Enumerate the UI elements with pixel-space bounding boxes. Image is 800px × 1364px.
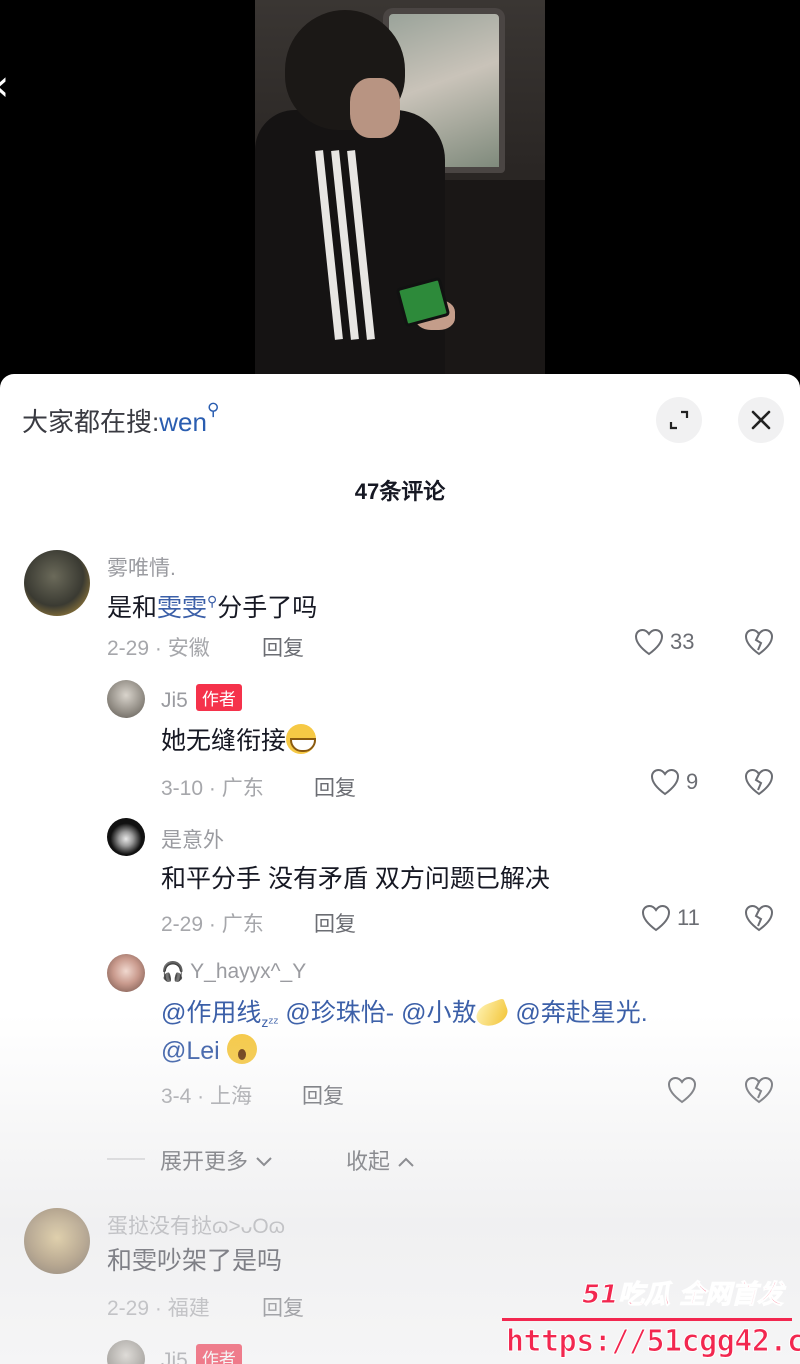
comment-date-location: 2-29 · 安徽 xyxy=(107,637,210,660)
video-frame xyxy=(255,0,545,380)
mention-link[interactable]: @作用线 xyxy=(161,999,261,1027)
avatar[interactable] xyxy=(107,954,145,992)
comment-text: 和平分手 没有矛盾 双方问题已解决 xyxy=(161,865,550,893)
like-button[interactable]: 33 xyxy=(634,628,694,656)
comment-text-line2: @Lei xyxy=(161,1032,257,1070)
reply-button[interactable]: 回复 xyxy=(262,632,304,662)
mention-link[interactable]: @Lei xyxy=(161,1037,220,1065)
headphones-icon: 🎧 xyxy=(161,962,185,983)
dislike-button[interactable] xyxy=(744,1076,774,1108)
close-button[interactable] xyxy=(738,397,784,443)
comment-date-location: 3-10 · 广东 xyxy=(161,777,264,800)
watermark-url: https://51cgg42.com xyxy=(506,1324,800,1360)
watermark-underline xyxy=(502,1318,792,1321)
comment-date-location: 3-4 · 上海 xyxy=(161,1085,253,1108)
replies-expand-row: 展开更多 收起 xyxy=(0,1144,800,1176)
expand-icon xyxy=(669,410,689,430)
avatar[interactable] xyxy=(24,1208,90,1274)
like-button[interactable]: 9 xyxy=(650,768,698,796)
like-count: 9 xyxy=(686,769,699,794)
chevron-down-icon xyxy=(256,1157,272,1167)
author-badge: 作者 xyxy=(195,1344,242,1364)
heart-icon xyxy=(650,768,680,796)
broken-heart-icon xyxy=(744,628,774,656)
chevron-left-icon[interactable]: ‹ xyxy=(0,64,22,108)
comment-count-title: 47条评论 xyxy=(354,479,446,504)
avatar[interactable] xyxy=(107,680,145,718)
reply-button[interactable]: 回复 xyxy=(262,1292,304,1322)
expand-more-button[interactable]: 展开更多 xyxy=(160,1144,274,1176)
divider xyxy=(107,1158,145,1160)
search-icon: ⚲ xyxy=(207,593,218,609)
comment-username[interactable]: 是意外 xyxy=(161,824,224,854)
close-icon xyxy=(751,410,771,430)
comment-text: 是和雯雯⚲分手了吗 xyxy=(107,593,318,622)
heart-icon xyxy=(634,628,664,656)
avatar[interactable] xyxy=(24,550,90,616)
comment-username[interactable]: 🎧 Y_hayyx^_Y xyxy=(161,960,306,984)
shocked-face-emoji-icon xyxy=(226,1034,257,1064)
avatar[interactable] xyxy=(107,1340,145,1364)
comet-icon xyxy=(473,998,512,1030)
reply-button[interactable]: 回复 xyxy=(302,1080,344,1110)
search-link[interactable]: 雯雯 xyxy=(157,594,207,622)
author-badge: 作者 xyxy=(195,684,242,711)
comment-date-location: 2-29 · 福建 xyxy=(107,1297,210,1320)
comment-date-location: 2-29 · 广东 xyxy=(161,913,264,936)
search-prefix: 大家都在搜: xyxy=(22,407,160,437)
search-suggestion[interactable]: 大家都在搜:wen⚲ xyxy=(22,400,220,439)
search-icon: ⚲ xyxy=(206,400,220,419)
mention-link[interactable]: @小敖 xyxy=(401,999,476,1027)
like-button[interactable] xyxy=(667,1076,703,1104)
collapse-button[interactable]: 收起 xyxy=(346,1144,416,1176)
comment-panel: 大家都在搜:wen⚲ 47条评论 雾唯情. 是和雯雯⚲分手了吗 2-29 · 安… xyxy=(0,374,800,1364)
watermark-brand: 51吃瓜 全网首发 xyxy=(581,1280,784,1311)
chevron-up-icon xyxy=(398,1157,414,1167)
mention-link[interactable]: @珍珠怡- xyxy=(285,999,394,1027)
grin-sweat-emoji-icon xyxy=(286,724,317,754)
avatar[interactable] xyxy=(107,818,145,856)
mention-link[interactable]: @奔赴星光. xyxy=(515,999,647,1027)
like-count: 33 xyxy=(670,629,695,654)
search-keyword[interactable]: wen xyxy=(159,407,207,437)
expand-button[interactable] xyxy=(656,397,702,443)
watermark: 51吃瓜 全网首发 https://51cgg42.com xyxy=(500,1266,800,1364)
comment-text: 和雯吵架了是吗 xyxy=(107,1247,283,1275)
video-player[interactable]: ‹ xyxy=(0,0,800,380)
comment-text: 她无缝衔接 xyxy=(161,722,317,760)
zzz-icon: zᶻᶻ xyxy=(261,1014,279,1030)
broken-heart-icon xyxy=(744,904,774,932)
reply-button[interactable]: 回复 xyxy=(314,908,356,938)
heart-icon xyxy=(667,1076,697,1104)
broken-heart-icon xyxy=(744,1076,774,1104)
person-face xyxy=(350,78,400,138)
dislike-button[interactable] xyxy=(744,904,774,936)
broken-heart-icon xyxy=(744,768,774,796)
dislike-button[interactable] xyxy=(744,768,774,800)
comment-username[interactable]: 蛋挞没有挞ɷ>ᴗOɷ xyxy=(107,1210,285,1240)
dislike-button[interactable] xyxy=(744,628,774,660)
comment-username[interactable]: 雾唯情. xyxy=(107,552,176,582)
comment-username[interactable]: Ji5 作者 xyxy=(161,1344,242,1364)
like-count: 11 xyxy=(677,905,700,930)
comment-username[interactable]: Ji5 作者 xyxy=(161,684,242,713)
heart-icon xyxy=(641,904,671,932)
reply-button[interactable]: 回复 xyxy=(314,772,356,802)
like-button[interactable]: 11 xyxy=(641,904,700,932)
